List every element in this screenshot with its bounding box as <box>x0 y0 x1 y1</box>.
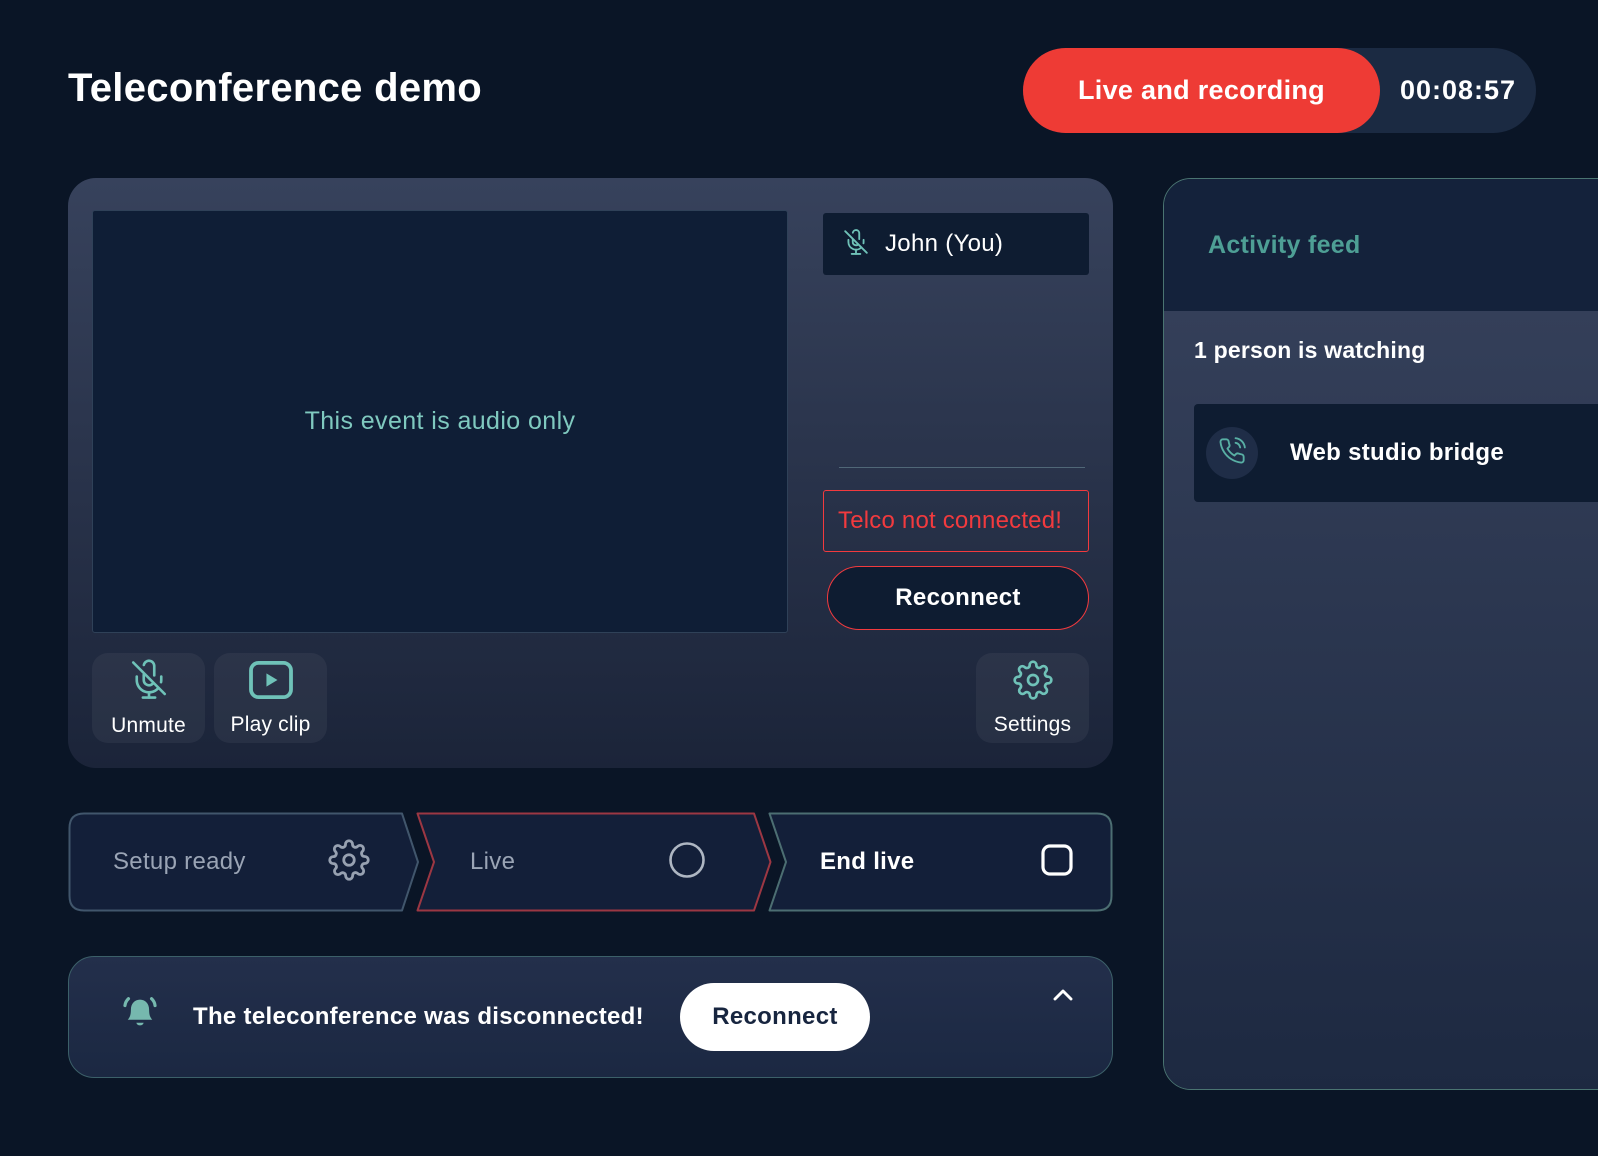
chevron-up-icon <box>1046 979 1080 1014</box>
collapse-notification-button[interactable] <box>1046 979 1080 1013</box>
participant-name: John (You) <box>885 230 1003 258</box>
stage-live[interactable]: Live <box>416 812 772 912</box>
telco-reconnect-button[interactable]: Reconnect <box>827 566 1089 630</box>
stage-flow: Setup ready Live End li <box>68 812 1113 912</box>
phone-call-icon <box>1218 437 1246 470</box>
feed-item-label: Web studio bridge <box>1290 439 1504 467</box>
settings-label: Settings <box>994 713 1071 737</box>
activity-feed-body: 1 person is watching Web studio bridge <box>1164 311 1598 1090</box>
activity-feed-title: Activity feed <box>1208 231 1361 260</box>
video-area: This event is audio only <box>92 210 788 633</box>
live-recording-button[interactable]: Live and recording <box>1023 48 1380 133</box>
activity-feed-header: Activity feed <box>1164 179 1598 311</box>
stage-end-live[interactable]: End live <box>768 812 1113 912</box>
live-label: Live <box>470 848 515 876</box>
telco-alert: Telco not connected! <box>823 490 1089 552</box>
end-live-label: End live <box>820 848 914 876</box>
mic-off-icon <box>843 229 869 260</box>
avatar <box>1206 427 1258 479</box>
stage-panel: This event is audio only John (You) Telc… <box>68 178 1113 768</box>
gear-icon <box>328 839 370 886</box>
unmute-button[interactable]: Unmute <box>92 653 205 743</box>
gear-icon <box>1013 660 1053 706</box>
notification-message: The teleconference was disconnected! <box>193 1003 644 1031</box>
mic-off-icon <box>128 659 170 707</box>
page-title: Teleconference demo <box>68 66 482 111</box>
live-status-bar: Live and recording 00:08:57 <box>1023 48 1536 133</box>
record-circle-icon <box>668 841 706 884</box>
participant-tile-john[interactable]: John (You) <box>823 213 1089 275</box>
audio-only-message: This event is audio only <box>305 407 576 436</box>
bell-icon <box>119 994 161 1041</box>
settings-button[interactable]: Settings <box>976 653 1089 743</box>
stop-square-icon <box>1041 844 1073 881</box>
unmute-label: Unmute <box>111 714 186 738</box>
play-clip-button[interactable]: Play clip <box>214 653 327 743</box>
stage-setup-ready[interactable]: Setup ready <box>68 812 420 912</box>
watching-status: 1 person is watching <box>1194 337 1598 364</box>
activity-feed-panel: Activity feed 1 person is watching Web s… <box>1163 178 1598 1090</box>
recording-timer: 00:08:57 <box>1380 48 1536 133</box>
play-clip-label: Play clip <box>231 713 311 737</box>
side-divider <box>839 467 1085 468</box>
setup-ready-label: Setup ready <box>113 848 246 876</box>
call-controls: Unmute Play clip Settings <box>92 653 1089 743</box>
play-clip-icon <box>248 660 294 706</box>
feed-item-web-studio-bridge[interactable]: Web studio bridge <box>1194 404 1598 502</box>
disconnect-notification: The teleconference was disconnected! Rec… <box>68 956 1113 1078</box>
notification-reconnect-button[interactable]: Reconnect <box>680 983 870 1051</box>
